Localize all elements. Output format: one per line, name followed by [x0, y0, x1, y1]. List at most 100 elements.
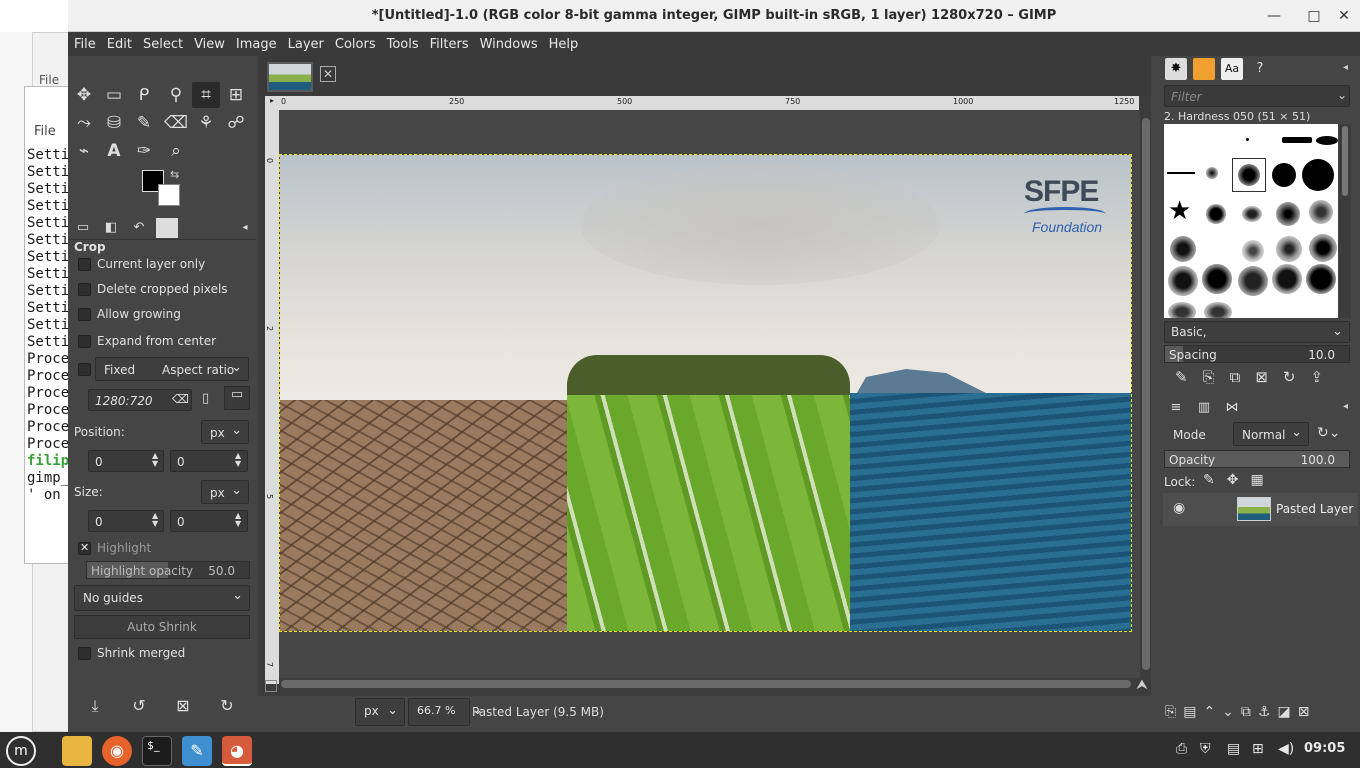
brush-item[interactable] — [1206, 204, 1226, 224]
network-icon[interactable]: ⊞ — [1252, 741, 1264, 757]
warp-tool-icon[interactable]: ⤳ — [70, 110, 98, 136]
menu-view[interactable]: View — [188, 32, 230, 52]
menu-colors[interactable]: Colors — [329, 32, 381, 52]
move-tool-icon[interactable]: ✥ — [70, 82, 98, 108]
position-unit-dropdown[interactable]: px ⌄ — [201, 420, 249, 444]
shrink-merged-checkbox[interactable] — [78, 647, 91, 660]
panel-menu-icon[interactable]: ◂ — [1343, 401, 1348, 412]
paths-tab-icon[interactable]: ⋈ — [1221, 397, 1243, 419]
volume-icon[interactable]: ◀) — [1278, 741, 1294, 757]
zoom-dropdown[interactable]: 66.7 % ⌄ — [408, 698, 483, 726]
selected-brush-item[interactable] — [1232, 158, 1266, 192]
zoom-tool-icon[interactable]: ⌕ — [162, 138, 190, 164]
shield-icon[interactable]: ⛨ — [1200, 741, 1211, 757]
clock[interactable]: 09:05 — [1304, 741, 1345, 756]
navigate-icon[interactable]: ▸ — [265, 96, 279, 110]
expand-from-center-checkbox[interactable] — [78, 335, 91, 348]
minimize-button[interactable]: — — [1264, 6, 1284, 26]
undo-history-tab-icon[interactable]: ↶ — [128, 218, 150, 238]
anchor-layer-icon[interactable]: ⚓ — [1258, 704, 1278, 720]
vertical-scrollbar[interactable] — [1140, 110, 1151, 686]
terminal-file-menu[interactable]: File — [34, 124, 56, 139]
brush-scrollbar[interactable] — [1339, 124, 1351, 318]
layer-opacity-slider[interactable]: Opacity 100.0 — [1164, 450, 1350, 468]
mask-icon[interactable]: ◪ — [1277, 704, 1297, 720]
refresh-brushes-icon[interactable]: ↻ — [1283, 368, 1311, 386]
brush-item[interactable] — [1272, 264, 1302, 294]
channels-tab-icon[interactable]: ▥ — [1193, 397, 1215, 419]
quick-mask-icon[interactable] — [265, 680, 277, 692]
auto-shrink-button[interactable]: Auto Shrink — [74, 615, 250, 639]
new-layer-icon[interactable]: ⎘ — [1165, 704, 1183, 720]
fixed-checkbox[interactable] — [78, 363, 91, 376]
eraser-tool-icon[interactable]: ⌫ — [162, 110, 190, 136]
current-layer-only-checkbox[interactable] — [78, 258, 91, 271]
close-window-button[interactable]: ✕ — [1334, 6, 1354, 26]
brush-item[interactable] — [1167, 172, 1195, 174]
menu-icon[interactable]: m — [6, 736, 36, 766]
layers-tab-icon[interactable]: ≡ — [1165, 397, 1187, 419]
position-x-spinner-icon[interactable]: ▲ ▼ — [152, 452, 158, 468]
highlight-opacity-slider[interactable]: Highlight opacity 50.0 — [86, 561, 250, 579]
delete-options-icon[interactable]: ⊠ — [170, 696, 196, 715]
menu-image[interactable]: Image — [230, 32, 282, 52]
open-brush-icon[interactable]: ⇪ — [1310, 368, 1338, 386]
menu-windows[interactable]: Windows — [474, 32, 543, 52]
delete-brush-icon[interactable]: ⊠ — [1255, 368, 1283, 386]
lock-pixels-icon[interactable]: ✎ — [1203, 472, 1227, 488]
clipboard-icon[interactable]: ⎙ — [1176, 741, 1187, 757]
background-file-menu[interactable]: File — [39, 73, 59, 87]
menu-select[interactable]: Select — [137, 32, 188, 52]
swap-colors-icon[interactable]: ⇆ — [170, 168, 179, 181]
landscape-icon[interactable]: ▭ — [224, 386, 250, 410]
brush-filter-input[interactable]: Filter — [1164, 85, 1350, 107]
brush-preset-dropdown[interactable]: Basic, ⌄ — [1164, 321, 1350, 343]
new-brush-icon[interactable]: ⎘ — [1203, 368, 1230, 386]
brush-item[interactable] — [1206, 167, 1218, 179]
lock-position-icon[interactable]: ✥ — [1227, 472, 1251, 488]
vertical-ruler[interactable]: 0 2 5 7 — [265, 110, 279, 684]
brush-item[interactable] — [1246, 138, 1249, 141]
edit-brush-icon[interactable]: ✎ — [1175, 368, 1203, 386]
tool-options-tab-icon[interactable]: ▭ — [72, 218, 94, 238]
brush-item[interactable] — [1170, 236, 1196, 262]
horizontal-scrollbar[interactable] — [279, 678, 1135, 689]
lower-layer-icon[interactable]: ⌄ — [1222, 704, 1241, 720]
fixed-mode-dropdown[interactable]: Fixed Aspect ratio ⌄ — [95, 357, 249, 381]
color-picker-tool-icon[interactable]: ✑ — [130, 138, 158, 164]
star-brush-icon[interactable]: ★ — [1168, 196, 1191, 226]
scroll-thumb[interactable] — [1142, 118, 1150, 670]
allow-growing-checkbox[interactable] — [78, 308, 91, 321]
terminal-window[interactable]: File Setti Setti Setti Setti Setti Setti Setti… — [24, 86, 72, 564]
paintbrush-tool-icon[interactable]: ✎ — [130, 110, 158, 136]
panel-menu-icon[interactable]: ◂ — [1343, 62, 1348, 73]
lock-alpha-icon[interactable]: ▦ — [1250, 472, 1275, 488]
restore-options-icon[interactable]: ↺ — [126, 696, 152, 715]
menu-layer[interactable]: Layer — [282, 32, 329, 52]
size-unit-dropdown[interactable]: px ⌄ — [201, 480, 249, 504]
duplicate-layer-icon[interactable]: ⧉ — [1241, 704, 1258, 720]
zoom-navigate-icon[interactable]: ⮝ — [1136, 677, 1148, 693]
text-editor-icon[interactable]: ✎ — [182, 736, 212, 766]
brush-item[interactable] — [1282, 137, 1312, 143]
size-height-spinner-icon[interactable]: ▲ ▼ — [235, 512, 241, 528]
highlight-checkbox[interactable] — [78, 541, 91, 555]
clone-tool-icon[interactable]: ⚘ — [192, 110, 220, 136]
chevron-down-icon[interactable]: ⌄ — [1337, 88, 1347, 102]
duplicate-brush-icon[interactable]: ⧉ — [1230, 368, 1256, 386]
menu-edit[interactable]: Edit — [101, 32, 137, 52]
fonts-tab-icon[interactable]: Aa — [1221, 58, 1243, 80]
crop-tool-icon[interactable]: ⌗ — [192, 82, 220, 108]
brush-item[interactable] — [1168, 302, 1196, 318]
brush-item[interactable] — [1238, 266, 1268, 296]
images-tab-icon[interactable] — [156, 218, 178, 238]
lasso-tool-icon[interactable]: ᑭ — [130, 82, 158, 108]
image-canvas[interactable]: SFPE Foundation — [279, 154, 1132, 632]
position-y-spinner-icon[interactable]: ▲ ▼ — [235, 452, 241, 468]
unit-dropdown[interactable]: px ⌄ — [355, 698, 405, 726]
firefox-icon[interactable]: ◉ — [102, 736, 132, 766]
brush-item[interactable] — [1309, 234, 1337, 262]
rect-select-tool-icon[interactable]: ▭ — [100, 82, 128, 108]
brush-item[interactable] — [1272, 163, 1296, 187]
menu-tools[interactable]: Tools — [381, 32, 424, 52]
